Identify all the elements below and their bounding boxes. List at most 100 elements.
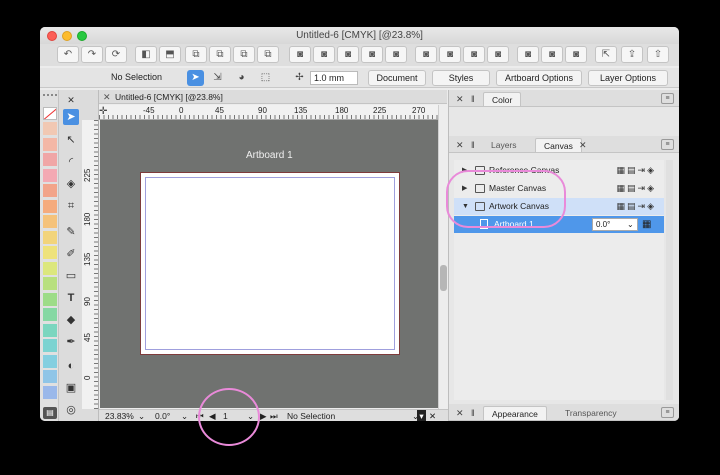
export-icon[interactable]: ⇪ — [621, 46, 643, 63]
canvas-vertical-scrollbar[interactable] — [438, 105, 448, 409]
stroke-width-input[interactable]: 1.0 mm — [310, 71, 358, 85]
boolean-intersect-icon[interactable]: ◙ — [337, 46, 359, 63]
panel-grip-icon[interactable]: ‖ — [471, 407, 475, 419]
rotation-dropdown-icon[interactable]: ⌄ — [181, 410, 188, 421]
place-image-icon[interactable]: ▣ — [63, 380, 79, 396]
color-swatch[interactable] — [43, 292, 57, 306]
transform-origin-icon[interactable]: ⬚ — [257, 70, 274, 86]
corner-tool-icon[interactable]: ◜ — [63, 154, 79, 170]
color-swatch[interactable] — [43, 168, 57, 182]
transparency-tool-icon[interactable]: ◐ — [63, 358, 79, 374]
close-layers-panel-icon[interactable]: ✕ — [456, 139, 464, 151]
fill-tool-icon[interactable]: ◈ — [63, 176, 79, 192]
tab-appearance[interactable]: Appearance — [483, 406, 547, 420]
boolean-xor-icon[interactable]: ◙ — [361, 46, 383, 63]
close-tools-icon[interactable]: ✕ — [63, 92, 79, 108]
artboard-title[interactable]: Artboard 1 — [246, 150, 293, 161]
color-swatch[interactable] — [43, 354, 57, 368]
crop-tool-icon[interactable]: ⌗ — [63, 198, 79, 214]
tab-layers[interactable]: Layers — [483, 138, 525, 152]
color-panel-menu-icon[interactable]: ≡ — [661, 93, 674, 104]
chat-icon[interactable]: ▤ — [43, 407, 57, 419]
no-color-swatch[interactable] — [43, 107, 57, 120]
close-window-button[interactable] — [47, 31, 57, 41]
snapping-icon[interactable]: ◙ — [517, 46, 539, 63]
assistant-icon[interactable]: ⇱ — [595, 46, 617, 63]
arrange-backward-icon[interactable]: ⧉ — [209, 46, 231, 63]
color-swatch[interactable] — [43, 184, 57, 197]
minimize-window-button[interactable] — [62, 31, 72, 41]
tab-transparency[interactable]: Transparency — [557, 406, 625, 420]
hint-toggle-icon[interactable]: ▾ — [417, 410, 426, 421]
row-action-icons[interactable]: ▦▤⇥◈ — [617, 198, 656, 215]
canvas-area[interactable]: Artboard 1 — [100, 120, 438, 408]
undo-icon[interactable]: ↶ — [57, 46, 79, 63]
panel-grip-icon[interactable] — [43, 94, 57, 102]
next-page-icon[interactable]: ▶ — [260, 410, 267, 421]
zoom-dropdown-icon[interactable]: ⌄ — [138, 410, 145, 421]
close-canvas-tab-icon[interactable]: ✕ — [579, 139, 587, 151]
artboard-options-button[interactable]: Artboard Options — [496, 70, 582, 86]
brush-tool-icon[interactable]: ✒ — [63, 334, 79, 350]
node-select-icon[interactable]: ⇲ — [209, 70, 226, 86]
color-swatch[interactable] — [43, 370, 57, 383]
boolean-divide-icon[interactable]: ◙ — [385, 46, 407, 63]
zoom-tool-icon[interactable]: ◎ — [63, 402, 79, 418]
grid-icon[interactable]: ▦ — [642, 216, 651, 233]
mask-icon[interactable]: ◙ — [565, 46, 587, 63]
zoom-window-button[interactable] — [77, 31, 87, 41]
tab-color[interactable]: Color — [483, 92, 522, 106]
last-page-icon[interactable]: ⏭ — [270, 410, 278, 421]
move-tool-icon[interactable]: ➤ — [187, 70, 204, 86]
shape-tool-icon[interactable]: ◆ — [63, 312, 79, 328]
flip-horizontal-icon[interactable]: ◧ — [135, 46, 157, 63]
horizontal-ruler[interactable]: ✛ -45 0 45 90 135 180 225 270 315 — [99, 105, 438, 120]
arrange-back-icon[interactable]: ⧉ — [185, 46, 207, 63]
boolean-subtract-icon[interactable]: ◙ — [313, 46, 335, 63]
appearance-panel-menu-icon[interactable]: ≡ — [661, 407, 674, 418]
panel-grip-icon[interactable]: ‖ — [471, 93, 475, 105]
hide-panels-icon[interactable]: ✕ — [429, 410, 436, 421]
panel-grip-icon[interactable]: ‖ — [471, 139, 475, 151]
color-swatch[interactable] — [43, 230, 57, 244]
rectangle-tool-icon[interactable]: ▭ — [63, 268, 79, 284]
boolean-add-icon[interactable]: ◙ — [289, 46, 311, 63]
color-swatch[interactable] — [43, 261, 57, 275]
color-swatch[interactable] — [43, 137, 57, 151]
row-action-icons[interactable]: ▦▤⇥◈ — [617, 180, 656, 197]
share-icon[interactable]: ⇧ — [647, 46, 669, 63]
color-swatch[interactable] — [43, 122, 57, 135]
refresh-icon[interactable]: ⟳ — [105, 46, 127, 63]
insert-inside-icon[interactable]: ◙ — [415, 46, 437, 63]
insert-top-icon[interactable]: ◙ — [463, 46, 485, 63]
panel-scrollbar[interactable] — [666, 160, 673, 400]
color-swatch[interactable] — [43, 246, 57, 259]
document-tab[interactable]: Untitled-6 [CMYK] [@23.8%] — [115, 91, 223, 103]
color-swatch[interactable] — [43, 277, 57, 290]
canvas-scroll-thumb[interactable] — [440, 265, 447, 291]
snap-options-icon[interactable]: ◙ — [541, 46, 563, 63]
color-swatch[interactable] — [43, 339, 57, 352]
arrange-forward-icon[interactable]: ⧉ — [233, 46, 255, 63]
canvas-panel-menu-icon[interactable]: ≡ — [661, 139, 674, 150]
color-swatch[interactable] — [43, 323, 57, 337]
color-swatch[interactable] — [43, 385, 57, 399]
stroke-options-icon[interactable]: ✢ — [291, 70, 308, 86]
close-color-panel-icon[interactable]: ✕ — [456, 93, 464, 105]
color-swatch[interactable] — [43, 199, 57, 213]
insert-below-icon[interactable]: ◙ — [487, 46, 509, 63]
close-document-icon[interactable]: ✕ — [103, 91, 111, 103]
row-action-icons[interactable]: ▦▤⇥◈ — [617, 162, 656, 179]
pencil-tool-icon[interactable]: ✐ — [63, 246, 79, 262]
arrange-front-icon[interactable]: ⧉ — [257, 46, 279, 63]
move-tool-icon[interactable]: ➤ — [63, 109, 79, 125]
color-swatch[interactable] — [43, 215, 57, 228]
document-button[interactable]: Document — [368, 70, 426, 86]
text-tool-icon[interactable]: T — [63, 290, 79, 306]
layer-options-button[interactable]: Layer Options — [588, 70, 668, 86]
rotation-value[interactable]: 0.0° — [155, 410, 170, 421]
tab-canvas[interactable]: Canvas — [535, 138, 582, 152]
zoom-level[interactable]: 23.83% — [105, 410, 134, 421]
insert-behind-icon[interactable]: ◙ — [439, 46, 461, 63]
select-alpha-icon[interactable]: ◕ — [233, 70, 250, 86]
